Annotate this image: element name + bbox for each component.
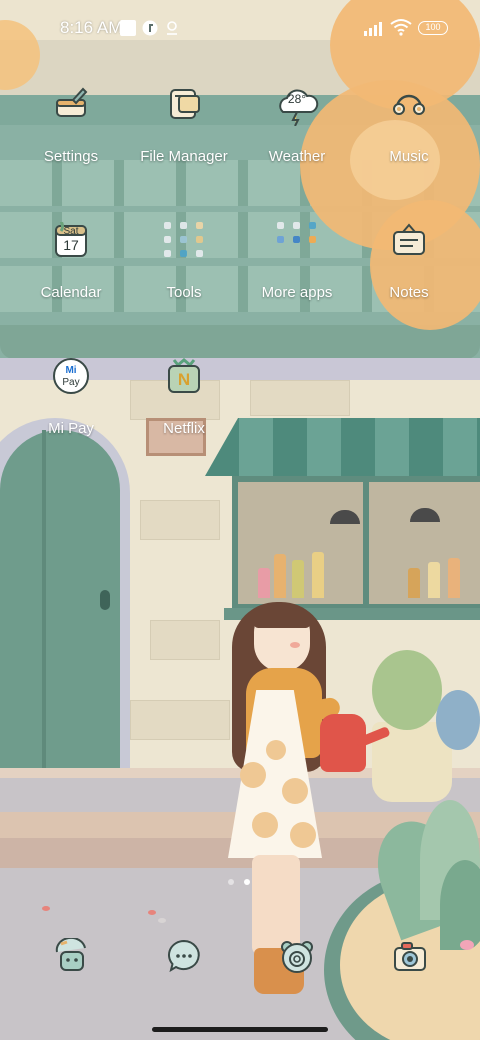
app-label: Notes xyxy=(389,284,429,301)
more-apps-folder-icon xyxy=(275,222,319,266)
app-label: Netflix xyxy=(163,420,205,437)
weather-cloud-icon: 28° xyxy=(275,86,319,127)
page-dot-2-active[interactable] xyxy=(244,879,250,885)
app-label: More apps xyxy=(261,284,333,301)
app-weather[interactable]: 28° Weather xyxy=(237,86,357,186)
netflix-n-icon: N xyxy=(166,358,202,394)
wifi-icon xyxy=(390,18,412,36)
app-settings[interactable]: Settings xyxy=(11,86,131,186)
home-gesture-bar[interactable] xyxy=(152,1027,328,1032)
app-music[interactable]: Music xyxy=(349,86,469,186)
notes-sign-icon xyxy=(391,222,427,258)
folder-more-apps[interactable]: More apps xyxy=(237,222,357,322)
messages-bubble-icon[interactable] xyxy=(166,938,202,974)
weather-temperature: 28° xyxy=(287,92,307,106)
tools-folder-icon xyxy=(162,222,206,266)
location-icon xyxy=(164,20,180,36)
status-bar: 8:16 AM 100 xyxy=(0,0,480,56)
page-dot-1[interactable] xyxy=(228,879,234,885)
calendar-date: 17 xyxy=(63,237,79,253)
bear-browser-icon[interactable] xyxy=(279,938,315,974)
signal-icon xyxy=(364,20,386,36)
app-square-icon xyxy=(120,20,136,36)
app-label: Music xyxy=(389,148,429,165)
calendar-icon: Sat 17 xyxy=(53,220,89,258)
app-calendar[interactable]: Sat 17 Calendar xyxy=(11,220,131,322)
app-label: Weather xyxy=(268,148,326,165)
mi-pay-icon: Mi Pay xyxy=(53,358,89,394)
netflix-letter: N xyxy=(177,370,191,389)
mi-pay-badge-top: Mi xyxy=(65,365,77,376)
mi-pay-badge-bottom: Pay xyxy=(62,377,80,388)
status-time: 8:16 AM xyxy=(60,18,123,37)
app-label: Tools xyxy=(166,284,202,301)
settings-toolbox-icon xyxy=(53,86,89,122)
app-label: File Manager xyxy=(140,148,228,165)
headphones-icon xyxy=(391,86,427,122)
phone-robot-icon[interactable] xyxy=(53,936,89,974)
app-notes[interactable]: Notes xyxy=(349,222,469,322)
app-mi-pay[interactable]: Mi Pay Mi Pay xyxy=(11,358,131,458)
app-netflix[interactable]: N Netflix xyxy=(124,358,244,458)
app-label: Calendar xyxy=(40,284,102,301)
notification-f-icon xyxy=(142,20,158,36)
calendar-day: Sat xyxy=(63,226,79,237)
app-file-manager[interactable]: File Manager xyxy=(124,86,244,186)
app-label: Mi Pay xyxy=(48,420,94,437)
folder-tools[interactable]: Tools xyxy=(124,222,244,322)
file-manager-icon xyxy=(166,86,202,122)
page-indicator[interactable] xyxy=(226,879,256,887)
battery-icon: 100 xyxy=(418,21,448,35)
camera-icon[interactable] xyxy=(392,938,428,974)
app-label: Settings xyxy=(43,148,99,165)
